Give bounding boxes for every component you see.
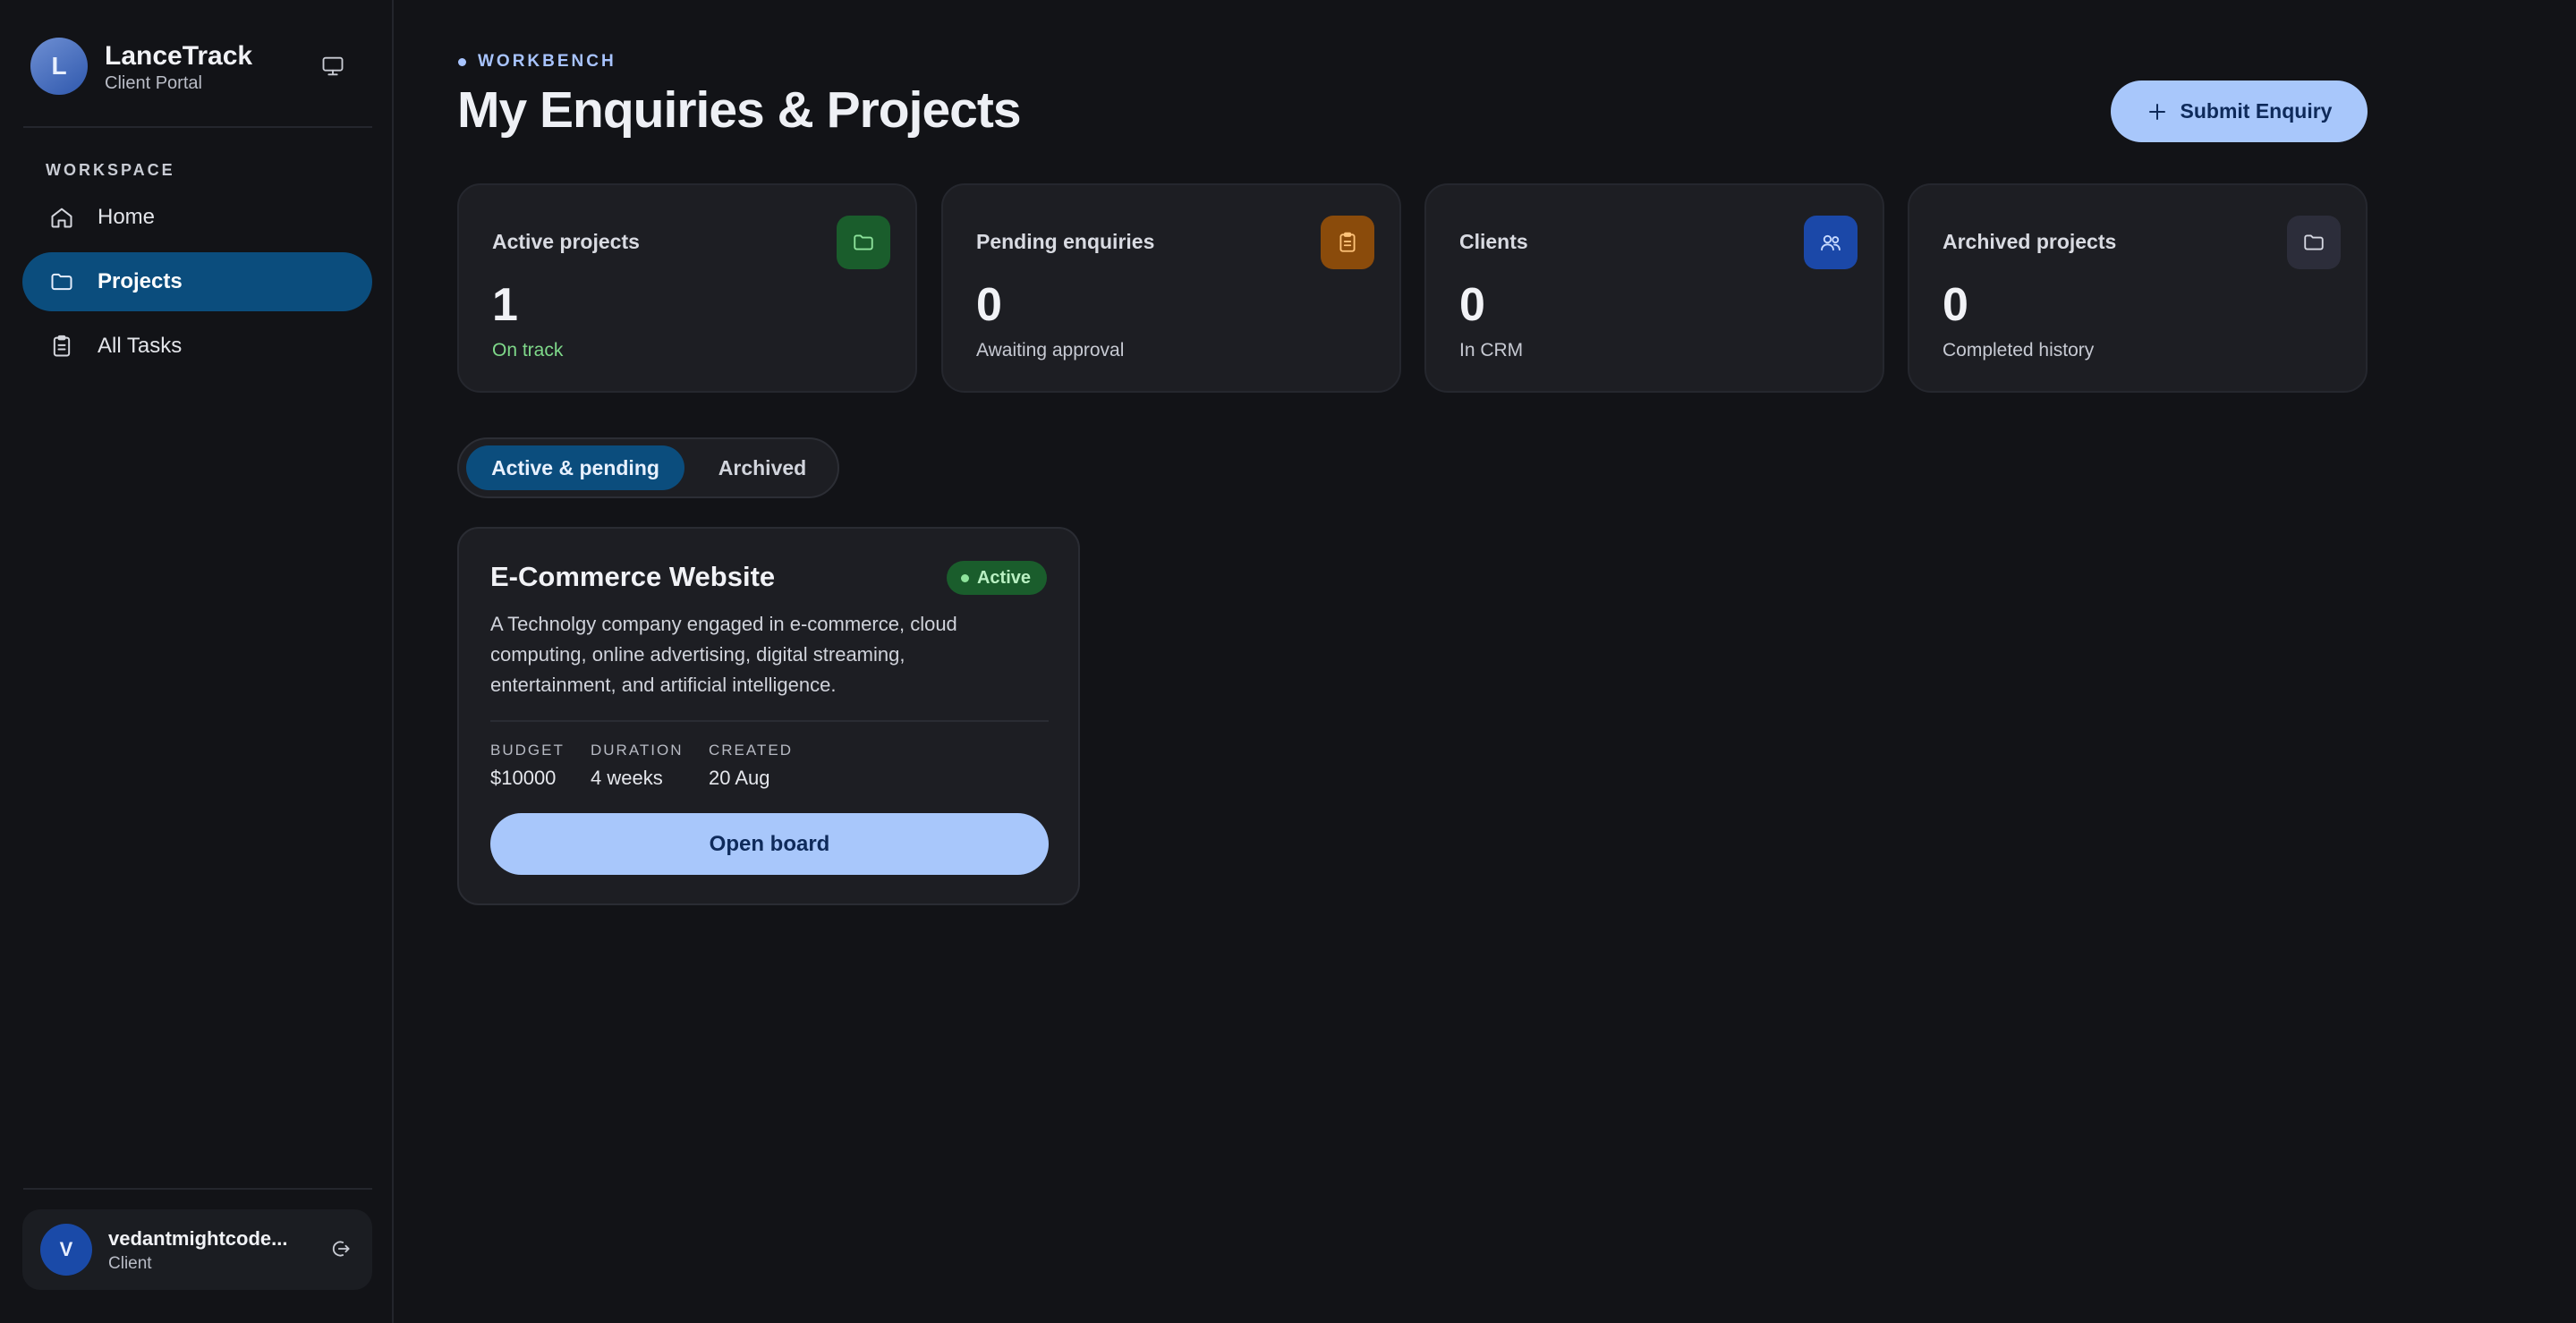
tab-group: Active & pending Archived bbox=[457, 437, 839, 498]
project-description: A Technolgy company engaged in e-commerc… bbox=[490, 613, 957, 696]
folder-icon bbox=[2287, 216, 2341, 269]
sidebar-item-projects[interactable]: Projects bbox=[22, 252, 372, 311]
sidebar-item-home[interactable]: Home bbox=[22, 188, 372, 247]
meta-duration: DURATION 4 weeks bbox=[591, 742, 684, 790]
sidebar-item-label: Home bbox=[98, 205, 156, 229]
user-card[interactable]: V vedantmightcode... Client bbox=[22, 1209, 372, 1290]
stat-card-archived-projects: Archived projects 0 Completed history bbox=[1908, 183, 2368, 393]
sidebar-item-label: All Tasks bbox=[98, 334, 183, 358]
stat-value: 1 bbox=[492, 279, 518, 331]
meta-label: DURATION bbox=[591, 742, 684, 759]
stat-card-clients: Clients 0 In CRM bbox=[1424, 183, 1884, 393]
page-title: My Enquiries & Projects bbox=[457, 81, 1022, 139]
stat-subtitle: In CRM bbox=[1459, 340, 1524, 360]
sidebar: L LanceTrack Client Portal WORKSPACE Hom… bbox=[0, 0, 394, 1323]
meta-created: CREATED 20 Aug bbox=[709, 742, 793, 790]
monitor-icon[interactable] bbox=[315, 48, 351, 84]
folder-icon bbox=[47, 267, 76, 296]
eyebrow-label: WORKBENCH bbox=[478, 52, 616, 71]
open-board-button[interactable]: Open board bbox=[490, 813, 1049, 875]
clipboard-icon bbox=[47, 332, 76, 360]
divider bbox=[490, 720, 1049, 722]
submit-enquiry-button[interactable]: Submit Enquiry bbox=[2111, 81, 2368, 142]
status-badge-label: Active bbox=[976, 567, 1031, 588]
stat-title: Clients bbox=[1459, 230, 1528, 253]
meta-value: 4 weeks bbox=[591, 767, 663, 789]
stat-subtitle: Awaiting approval bbox=[976, 340, 1125, 360]
sidebar-item-label: Projects bbox=[98, 269, 183, 293]
avatar: V bbox=[40, 1224, 92, 1276]
submit-enquiry-label: Submit Enquiry bbox=[2180, 99, 2333, 123]
eyebrow: WORKBENCH bbox=[458, 52, 616, 72]
eyebrow-dot-icon bbox=[458, 57, 466, 66]
brand-avatar: L bbox=[30, 38, 88, 95]
sidebar-item-all-tasks[interactable]: All Tasks bbox=[22, 317, 372, 376]
stat-subtitle: Completed history bbox=[1943, 340, 2095, 360]
project-card: E-Commerce Website Active A Technolgy co… bbox=[457, 527, 1080, 905]
clipboard-icon bbox=[1321, 216, 1374, 269]
stat-value: 0 bbox=[1459, 279, 1485, 331]
plus-icon bbox=[2147, 101, 2168, 123]
stat-title: Archived projects bbox=[1943, 230, 2117, 253]
user-role: Client bbox=[108, 1254, 152, 1273]
status-badge: Active bbox=[946, 561, 1047, 595]
divider bbox=[23, 126, 372, 128]
stat-title: Pending enquiries bbox=[976, 230, 1155, 253]
meta-value: $10000 bbox=[490, 767, 557, 789]
meta-budget: BUDGET $10000 bbox=[490, 742, 565, 790]
status-dot-icon bbox=[960, 573, 969, 582]
meta-value: 20 Aug bbox=[709, 767, 770, 789]
user-name: vedantmightcode... bbox=[108, 1227, 288, 1250]
stat-card-pending-enquiries: Pending enquiries 0 Awaiting approval bbox=[941, 183, 1401, 393]
stat-subtitle: On track bbox=[492, 340, 564, 360]
divider bbox=[23, 1188, 372, 1190]
folder-icon bbox=[837, 216, 890, 269]
home-icon bbox=[47, 203, 76, 232]
brand: L LanceTrack Client Portal bbox=[30, 38, 375, 127]
brand-subtitle: Client Portal bbox=[105, 73, 202, 93]
users-icon bbox=[1804, 216, 1858, 269]
tab-active-pending[interactable]: Active & pending bbox=[466, 445, 684, 490]
meta-label: BUDGET bbox=[490, 742, 565, 759]
stat-value: 0 bbox=[976, 279, 1002, 331]
stat-value: 0 bbox=[1943, 279, 1968, 331]
meta-label: CREATED bbox=[709, 742, 793, 759]
stat-card-active-projects: Active projects 1 On track bbox=[457, 183, 917, 393]
brand-name: LanceTrack bbox=[105, 41, 253, 71]
tab-archived[interactable]: Archived bbox=[690, 445, 835, 490]
stat-title: Active projects bbox=[492, 230, 640, 253]
logout-icon[interactable] bbox=[323, 1231, 359, 1267]
project-title: E-Commerce Website bbox=[490, 561, 776, 592]
section-label-workspace: WORKSPACE bbox=[46, 161, 175, 179]
